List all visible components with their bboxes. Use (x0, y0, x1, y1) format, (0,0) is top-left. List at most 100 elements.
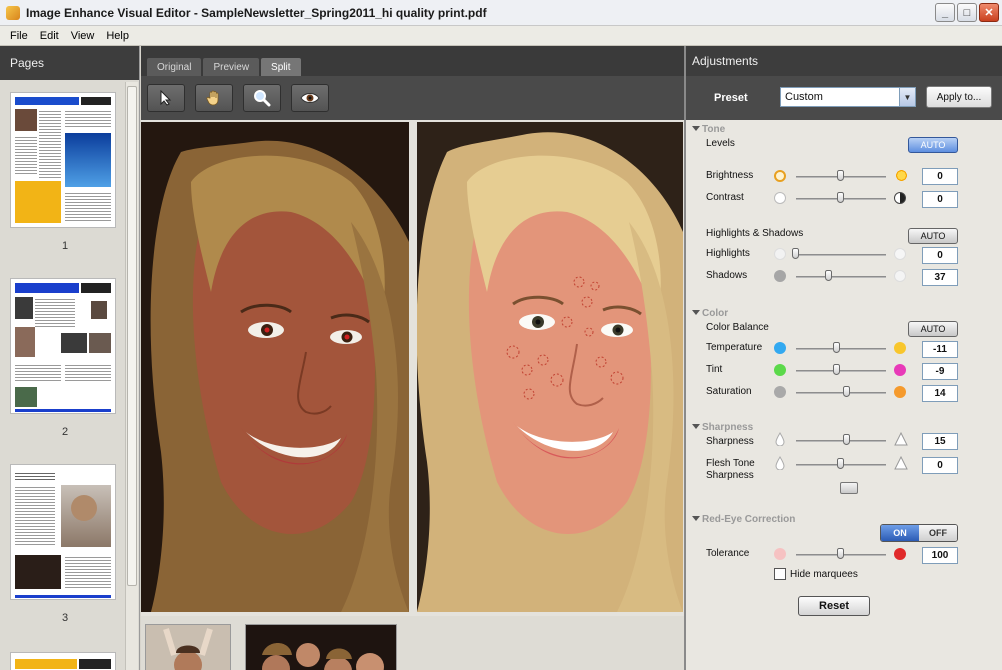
tolerance-slider-knob[interactable] (837, 548, 844, 559)
original-photo[interactable] (141, 122, 409, 612)
brightness-label: Brightness (706, 170, 754, 181)
temperature-slider-knob[interactable] (832, 342, 840, 353)
pages-list: 1 2 3 (4, 82, 124, 670)
shadows-high-icon (894, 270, 906, 282)
contrast-label: Contrast (706, 192, 744, 203)
color-section-title[interactable]: Color (702, 308, 728, 319)
flesh-tone-label: Flesh Tone (706, 458, 755, 469)
tolerance-value[interactable]: 100 (922, 547, 958, 564)
redeye-off-button[interactable]: OFF (919, 525, 957, 541)
sharpness-section-title[interactable]: Sharpness (702, 422, 753, 433)
contrast-slider-knob[interactable] (837, 192, 844, 203)
sharpness-label: Sharpness (706, 436, 754, 447)
sharpness-value[interactable]: 15 (922, 433, 958, 450)
preset-value: Custom (785, 91, 823, 103)
hide-marquees-checkbox[interactable] (774, 568, 786, 580)
menu-view[interactable]: View (65, 30, 101, 42)
saturation-slider-knob[interactable] (843, 386, 851, 397)
zoom-tool-button[interactable] (243, 84, 281, 112)
sharpness-collapse-icon[interactable] (692, 424, 700, 429)
apply-to-button[interactable]: Apply to... (926, 86, 992, 108)
tab-original[interactable]: Original (147, 58, 202, 76)
page-number-3: 3 (61, 612, 69, 624)
tolerance-low-icon (774, 548, 786, 560)
highlights-slider-track[interactable] (796, 254, 886, 256)
saturation-label: Saturation (706, 386, 752, 397)
sharpness-low-icon (774, 432, 786, 449)
tint-slider-track[interactable] (796, 370, 886, 372)
temperature-slider-track[interactable] (796, 348, 886, 350)
preset-row: Preset Custom ▼ Apply to... (686, 76, 1002, 120)
flesh-tone-sample-button[interactable] (840, 482, 858, 494)
title-bar: Image Enhance Visual Editor - SampleNews… (0, 0, 1002, 26)
levels-auto-button[interactable]: AUTO (908, 137, 958, 153)
sharpness-slider-track[interactable] (796, 440, 886, 442)
highlights-shadows-auto-button[interactable]: AUTO (908, 228, 958, 244)
redeye-tool-button[interactable] (291, 84, 329, 112)
magnifier-icon (254, 90, 271, 107)
flesh-tone-value[interactable]: 0 (922, 457, 958, 474)
maximize-button[interactable]: □ (957, 3, 977, 22)
highlights-slider-knob[interactable] (792, 248, 799, 259)
saturation-value[interactable]: 14 (922, 385, 958, 402)
menu-file[interactable]: File (4, 30, 34, 42)
tint-slider-knob[interactable] (832, 364, 840, 375)
contrast-high-icon (894, 192, 906, 204)
shadows-slider-track[interactable] (796, 276, 886, 278)
tolerance-label: Tolerance (706, 548, 750, 559)
preset-label: Preset (714, 92, 748, 104)
redeye-collapse-icon[interactable] (692, 516, 700, 521)
flesh-high-icon (894, 455, 908, 473)
highlights-label: Highlights (706, 248, 750, 259)
shadows-slider-knob[interactable] (825, 270, 833, 281)
redeye-toggle[interactable]: ON OFF (880, 524, 958, 542)
redeye-on-button[interactable]: ON (881, 525, 919, 541)
preset-dropdown[interactable]: Custom ▼ (780, 87, 916, 107)
chevron-down-icon[interactable]: ▼ (899, 88, 915, 106)
close-button[interactable]: ✕ (979, 3, 999, 22)
page-number-2: 2 (61, 426, 69, 438)
preview-photo[interactable] (417, 122, 683, 612)
tab-preview[interactable]: Preview (203, 58, 260, 76)
pages-scrollbar-thumb[interactable] (127, 86, 137, 586)
image-thumbnail-2[interactable] (245, 624, 397, 670)
tone-collapse-icon[interactable] (692, 126, 700, 131)
menu-edit[interactable]: Edit (34, 30, 65, 42)
viewer-toolbar (141, 76, 684, 120)
image-thumbnail-1[interactable] (145, 624, 231, 670)
color-balance-label: Color Balance (706, 322, 769, 333)
shadows-value[interactable]: 37 (922, 269, 958, 286)
menu-help[interactable]: Help (100, 30, 135, 42)
page-thumbnail-3[interactable] (10, 464, 116, 600)
select-tool-button[interactable] (147, 84, 185, 112)
color-collapse-icon[interactable] (692, 310, 700, 315)
page-thumbnail-2[interactable] (10, 278, 116, 414)
tint-value[interactable]: -9 (922, 363, 958, 380)
tab-split[interactable]: Split (261, 58, 301, 76)
brightness-slider-knob[interactable] (837, 170, 844, 181)
minimize-button[interactable]: _ (935, 3, 955, 22)
sharpness-slider-knob[interactable] (843, 434, 851, 445)
adjustments-body: Tone Levels AUTO Brightness 0 Contrast 0… (686, 120, 1002, 670)
window-title: Image Enhance Visual Editor - SampleNews… (26, 5, 487, 20)
highlights-high-icon (894, 248, 906, 260)
saturation-slider-track[interactable] (796, 392, 886, 394)
pages-panel-title: Pages (0, 46, 139, 80)
temperature-value[interactable]: -11 (922, 341, 958, 358)
pan-tool-button[interactable] (195, 84, 233, 112)
tone-section-title[interactable]: Tone (702, 124, 725, 135)
pages-scrollbar[interactable] (125, 82, 138, 670)
highlights-value[interactable]: 0 (922, 247, 958, 264)
flesh-tone-slider-knob[interactable] (837, 458, 844, 469)
arrow-pointer-icon (160, 90, 172, 106)
shadows-low-icon (774, 270, 786, 282)
contrast-value[interactable]: 0 (922, 191, 958, 208)
redeye-section-title[interactable]: Red-Eye Correction (702, 514, 795, 525)
reset-button[interactable]: Reset (798, 596, 870, 616)
brightness-value[interactable]: 0 (922, 168, 958, 185)
levels-label: Levels (706, 138, 735, 149)
page-thumbnail-1[interactable] (10, 92, 116, 228)
page-thumbnail-4[interactable] (10, 652, 116, 670)
temperature-label: Temperature (706, 342, 763, 353)
color-balance-auto-button[interactable]: AUTO (908, 321, 958, 337)
